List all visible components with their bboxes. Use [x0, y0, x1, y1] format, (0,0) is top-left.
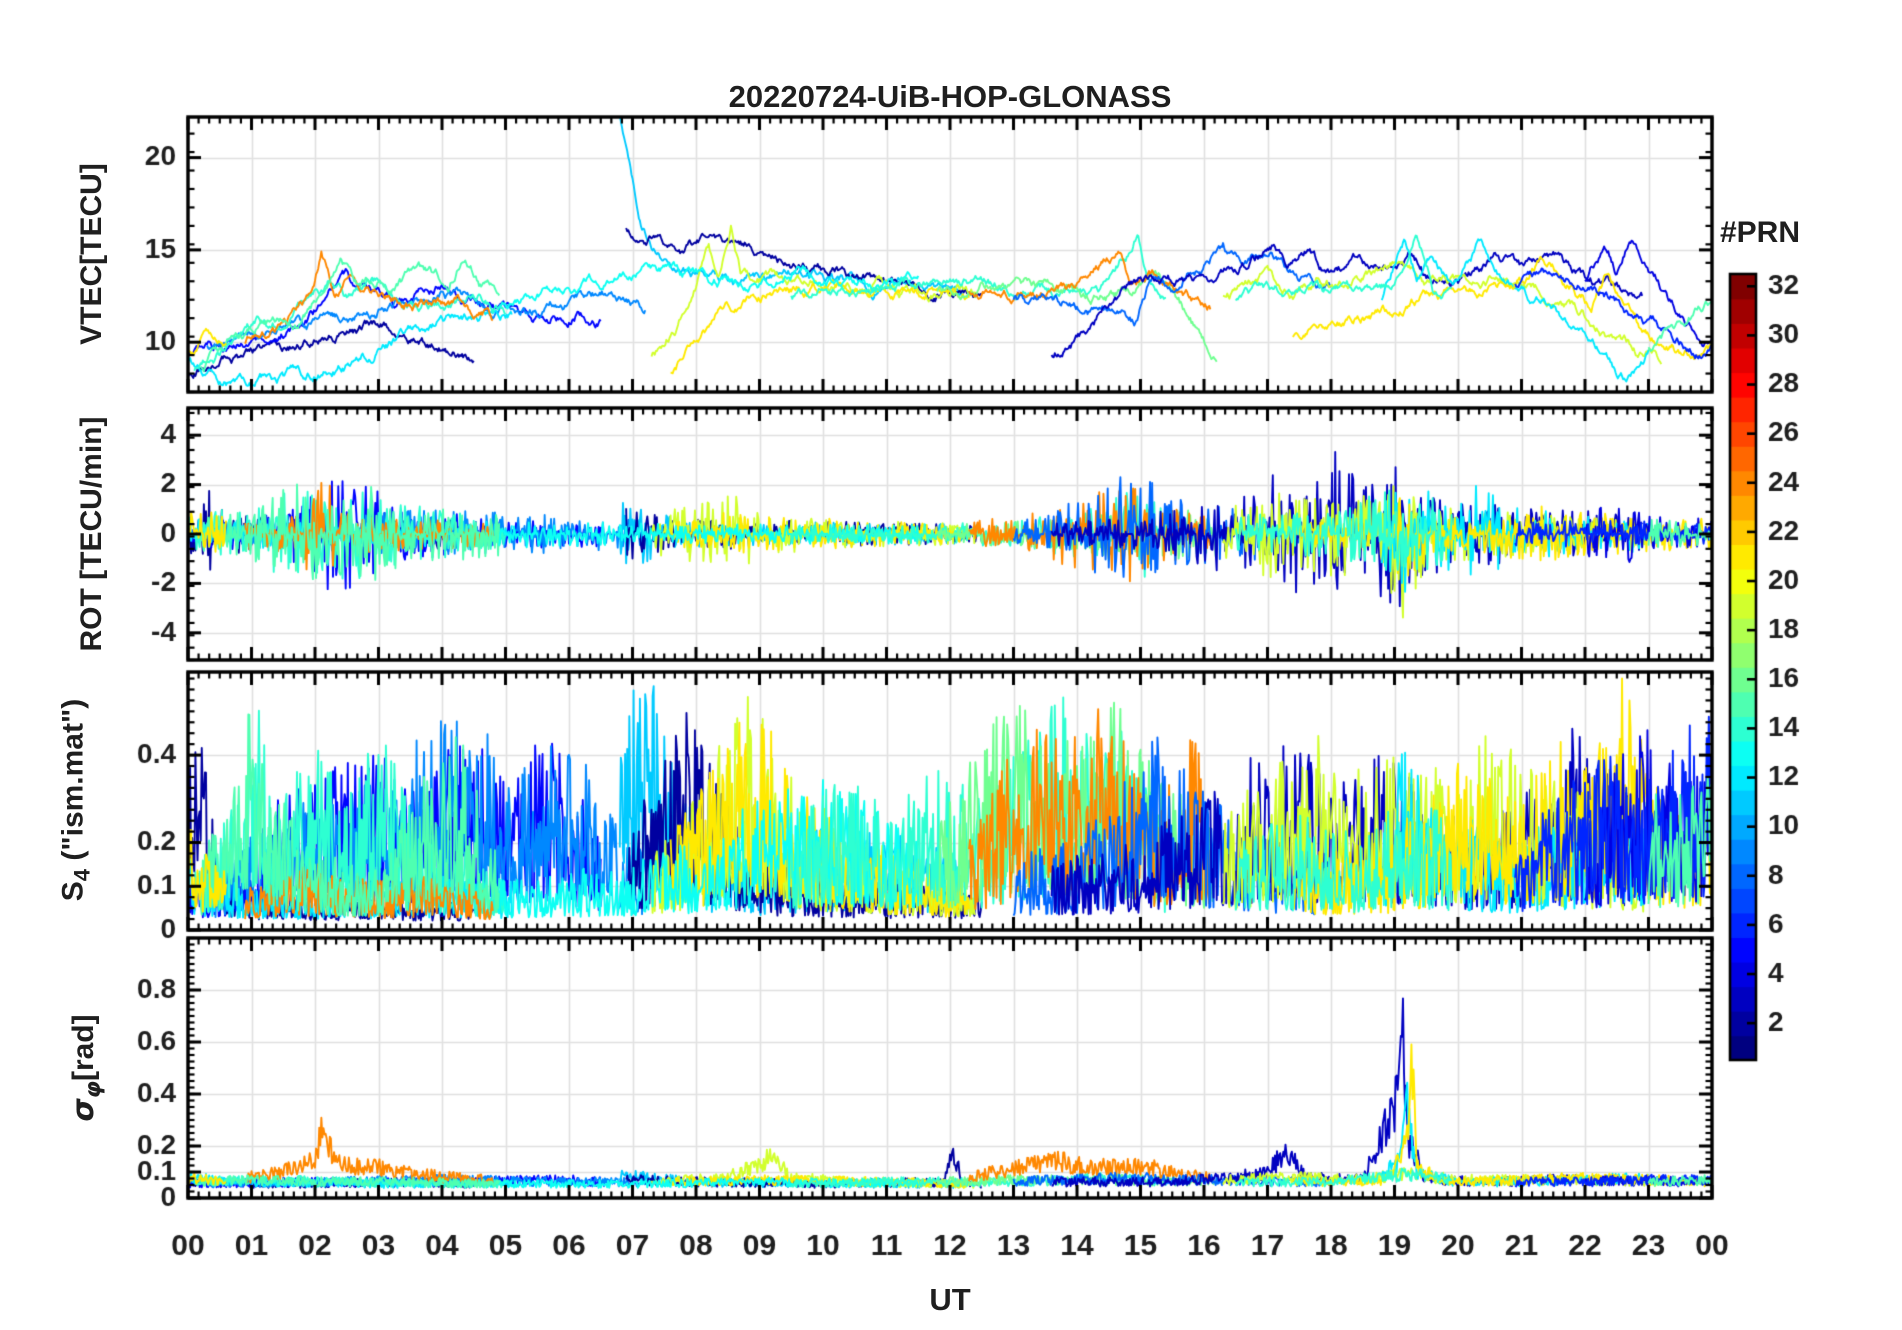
- s4-symbol: S: [56, 881, 90, 902]
- y-axis-label-sigma-phi: σφ[rad]: [66, 1014, 106, 1121]
- plot-canvas: [0, 0, 1902, 1330]
- phi-subscript: φ: [81, 1081, 106, 1099]
- y-axis-label-s4: S4 ("ism.mat"): [57, 699, 96, 901]
- colorbar-title: #PRN: [1719, 216, 1801, 249]
- sigma-symbol: σ: [66, 1098, 101, 1122]
- y-axis-label-rot: ROT [TECU/min]: [75, 416, 108, 652]
- x-axis-label: UT: [929, 1282, 971, 1317]
- figure-title: 20220724-UiB-HOP-GLONASS: [728, 79, 1172, 114]
- y-axis-label-vtec: VTEC[TECU]: [75, 163, 108, 345]
- s4-suffix: ("ism.mat"): [56, 698, 90, 869]
- s4-subscript: 4: [69, 868, 95, 882]
- sigma-suffix: [rad]: [67, 1014, 100, 1082]
- figure: 20220724-UiB-HOP-GLONASS VTEC[TECU] ROT …: [0, 0, 1902, 1330]
